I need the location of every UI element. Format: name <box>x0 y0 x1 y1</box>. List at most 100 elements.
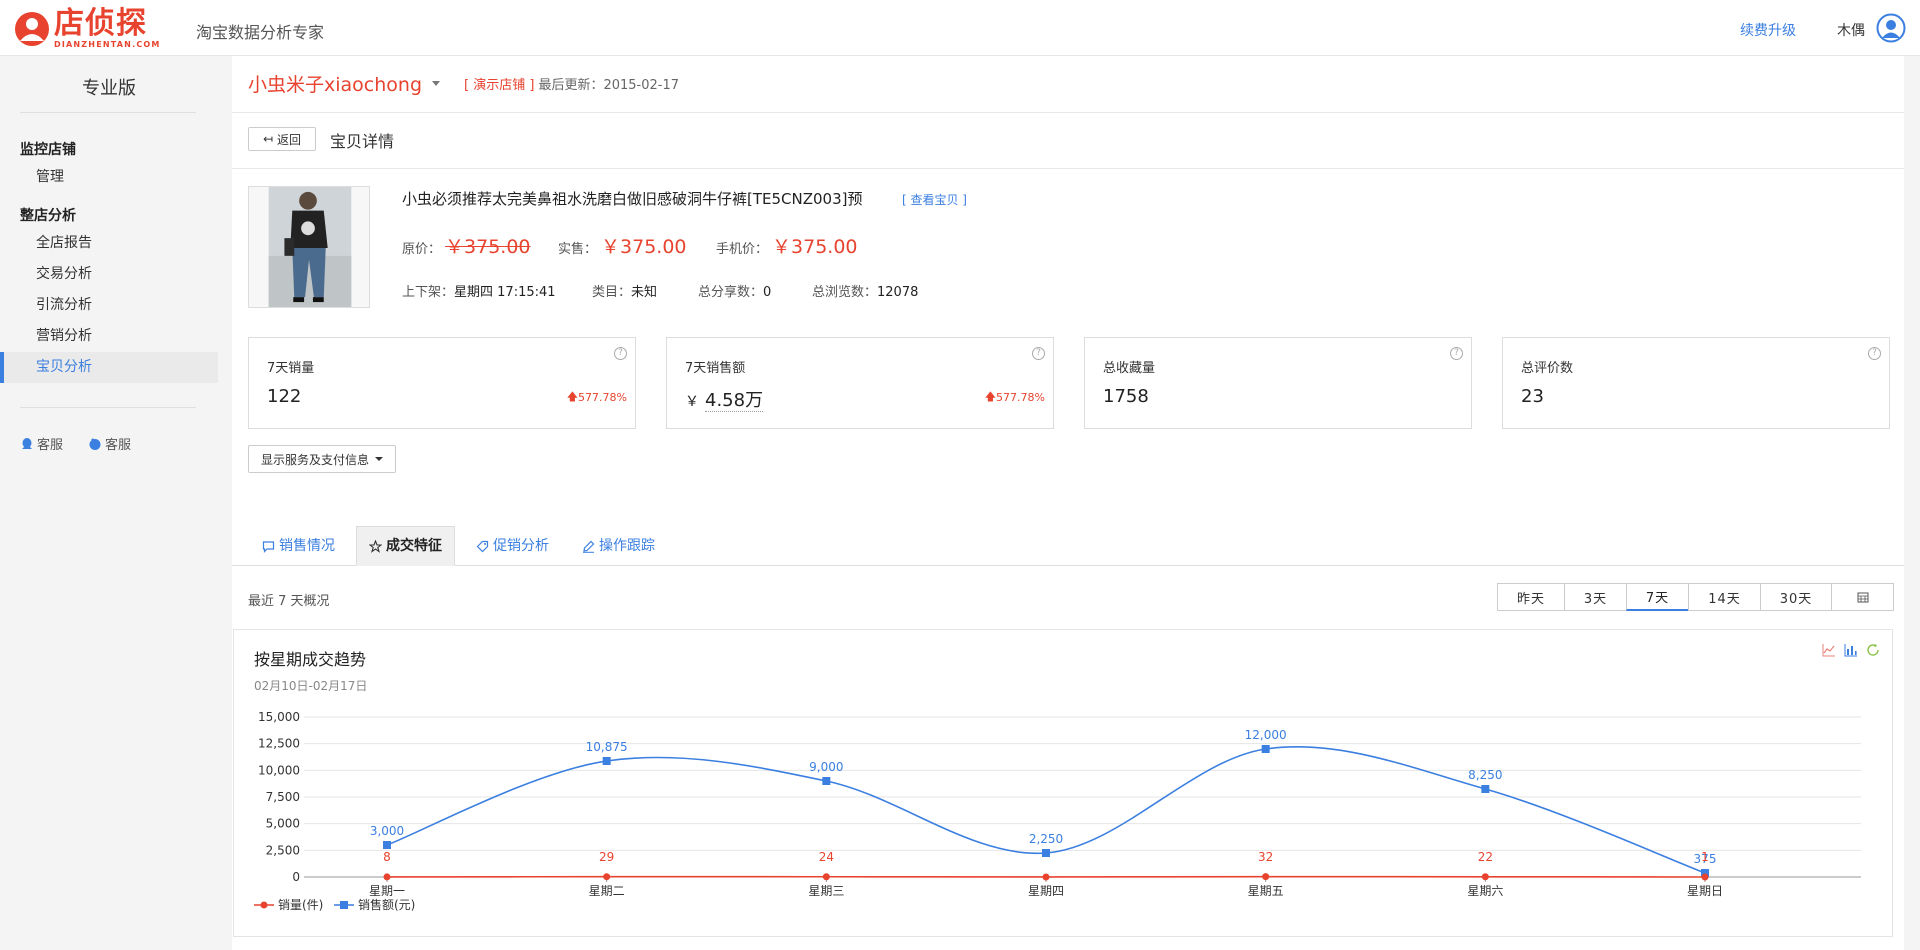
shop-name-dropdown[interactable]: 小虫米子xiaochong <box>248 70 422 97</box>
sidebar-item-report[interactable]: 全店报告 <box>0 228 218 259</box>
data-label: 12,000 <box>1245 728 1287 742</box>
y-tick-label: 7,500 <box>266 790 300 804</box>
logo[interactable]: 店侦探 DIANZHENTAN.COM <box>14 8 161 49</box>
customer-service-qq[interactable]: 客服 <box>20 434 63 453</box>
back-label: 返回 <box>277 132 302 147</box>
refresh-icon[interactable] <box>1866 642 1880 661</box>
data-label: 10,875 <box>586 740 628 754</box>
sidebar-item-traffic[interactable]: 引流分析 <box>0 290 218 321</box>
customer-service-label: 客服 <box>37 438 64 453</box>
stat-change-value: 577.78% <box>996 391 1045 404</box>
customer-service-wangwang[interactable]: 客服 <box>88 434 131 453</box>
tagline: 淘宝数据分析专家 <box>196 23 325 42</box>
sidebar-item-trade[interactable]: 交易分析 <box>0 259 218 290</box>
stat-label: 7天销售额 <box>685 361 746 376</box>
help-icon[interactable]: ? <box>614 347 627 360</box>
data-label: 8 <box>383 850 391 864</box>
range-30days[interactable]: 30天 <box>1760 583 1832 611</box>
stat-value: 122 <box>267 386 302 407</box>
category: 类目：未知 <box>592 281 657 300</box>
service-payment-dropdown[interactable]: 显示服务及支付信息 <box>248 445 396 473</box>
divider <box>20 407 196 408</box>
chevron-down-icon[interactable] <box>432 81 441 86</box>
data-label: 32 <box>1258 850 1273 864</box>
currency-symbol: ￥ <box>685 394 699 410</box>
data-point <box>1042 849 1050 857</box>
legend-label: 销售额(元) <box>358 897 415 912</box>
chevron-down-icon <box>375 457 383 461</box>
legend-label: 销量(件) <box>278 898 323 912</box>
data-point <box>603 873 611 881</box>
tab-label: 操作跟踪 <box>599 538 655 554</box>
tab-label: 销售情况 <box>279 538 335 554</box>
meta-label: 上下架： <box>402 285 455 300</box>
meta-value: 0 <box>763 285 772 300</box>
y-tick-label: 15,000 <box>258 710 300 724</box>
stat-change: 🡅 577.78% <box>567 388 627 407</box>
page-title: 宝贝详情 <box>330 132 395 151</box>
stat-card-favorites: 总收藏量 1758 ? <box>1084 337 1472 429</box>
data-point <box>822 873 830 881</box>
tab-bar: 销售情况 成交特征 促销分析 操作跟踪 <box>232 526 1904 566</box>
last-update: 最后更新：2015-02-17 <box>538 78 679 93</box>
data-label: 2,250 <box>1029 832 1063 846</box>
sidebar-item-manage[interactable]: 管理 <box>0 162 218 193</box>
overview-label: 最近 7 天概况 <box>248 594 330 609</box>
help-icon[interactable]: ? <box>1032 347 1045 360</box>
price-label: 手机价： <box>716 242 769 257</box>
stat-label: 总收藏量 <box>1103 361 1156 376</box>
renew-link[interactable]: 续费升级 <box>1740 20 1796 40</box>
range-7days[interactable]: 7天 <box>1626 583 1689 611</box>
sidebar-item-marketing[interactable]: 营销分析 <box>0 321 218 352</box>
real-price: 实售： ￥375.00 <box>558 232 687 259</box>
logo-icon <box>15 11 49 46</box>
data-label: 24 <box>819 850 834 864</box>
data-label: 9,000 <box>809 760 843 774</box>
date-range-selector: 昨天 3天 7天 14天 30天 <box>1497 583 1894 611</box>
tab-label: 成交特征 <box>386 538 442 554</box>
price-value: ￥375.00 <box>445 236 531 258</box>
tab-sales[interactable]: 销售情况 <box>262 526 335 566</box>
sidebar-item-product[interactable]: 宝贝分析 <box>0 352 218 383</box>
logo-text: 店侦探 <box>54 6 147 41</box>
range-3days[interactable]: 3天 <box>1564 583 1627 611</box>
x-tick-label: 星期三 <box>808 884 844 898</box>
tab-operation-tracking[interactable]: 操作跟踪 <box>582 526 655 566</box>
calendar-button[interactable] <box>1831 583 1894 611</box>
view-product-link[interactable]: [ 查看宝贝 ] <box>902 191 967 208</box>
product-name: 小虫必须推荐太完美鼻祖水洗磨白做旧感破洞牛仔裤[TE5CNZ003]预 <box>402 190 863 208</box>
data-point <box>1042 873 1050 881</box>
top-bar: 店侦探 DIANZHENTAN.COM 淘宝数据分析专家 续费升级 木偶 <box>0 0 1920 56</box>
stat-change: 🡅 577.78% <box>985 388 1045 407</box>
tab-label: 促销分析 <box>493 538 549 554</box>
range-14days[interactable]: 14天 <box>1688 583 1761 611</box>
data-label: 3,000 <box>370 824 404 838</box>
help-icon[interactable]: ? <box>1868 347 1881 360</box>
help-icon[interactable]: ? <box>1450 347 1463 360</box>
stat-card-7day-revenue: 7天销售额 ￥ 4.58万 🡅 577.78% ? <box>666 337 1054 429</box>
price-value: ￥375.00 <box>772 236 858 258</box>
sidebar-group-monitor: 监控店铺 <box>20 142 76 158</box>
stat-change-value: 577.78% <box>578 391 627 404</box>
y-tick-label: 0 <box>292 870 300 884</box>
shop-header: 小虫米子xiaochong [ 演示店铺 ] 最后更新：2015-02-17 <box>248 70 679 97</box>
username[interactable]: 木偶 <box>1837 20 1865 40</box>
chart-title: 按星期成交趋势 <box>254 650 367 669</box>
avatar-icon[interactable] <box>1876 13 1906 43</box>
x-tick-label: 星期四 <box>1028 884 1064 898</box>
x-tick-label: 星期一 <box>369 884 405 898</box>
y-tick-label: 12,500 <box>258 737 300 751</box>
range-yesterday[interactable]: 昨天 <box>1497 583 1565 611</box>
tab-promotion[interactable]: 促销分析 <box>476 526 549 566</box>
data-label: 1 <box>1701 850 1709 864</box>
divider <box>232 168 1904 169</box>
tab-deal-features[interactable]: 成交特征 <box>356 526 455 566</box>
line-chart-icon[interactable] <box>1822 642 1836 661</box>
data-point <box>383 841 391 849</box>
back-button[interactable]: ↤ 返回 <box>248 127 316 151</box>
x-tick-label: 星期日 <box>1687 884 1723 898</box>
bar-chart-icon[interactable] <box>1844 642 1858 661</box>
sidebar-group-analysis: 整店分析 <box>20 208 76 224</box>
y-tick-label: 2,500 <box>266 843 300 857</box>
product-image[interactable] <box>248 186 370 308</box>
